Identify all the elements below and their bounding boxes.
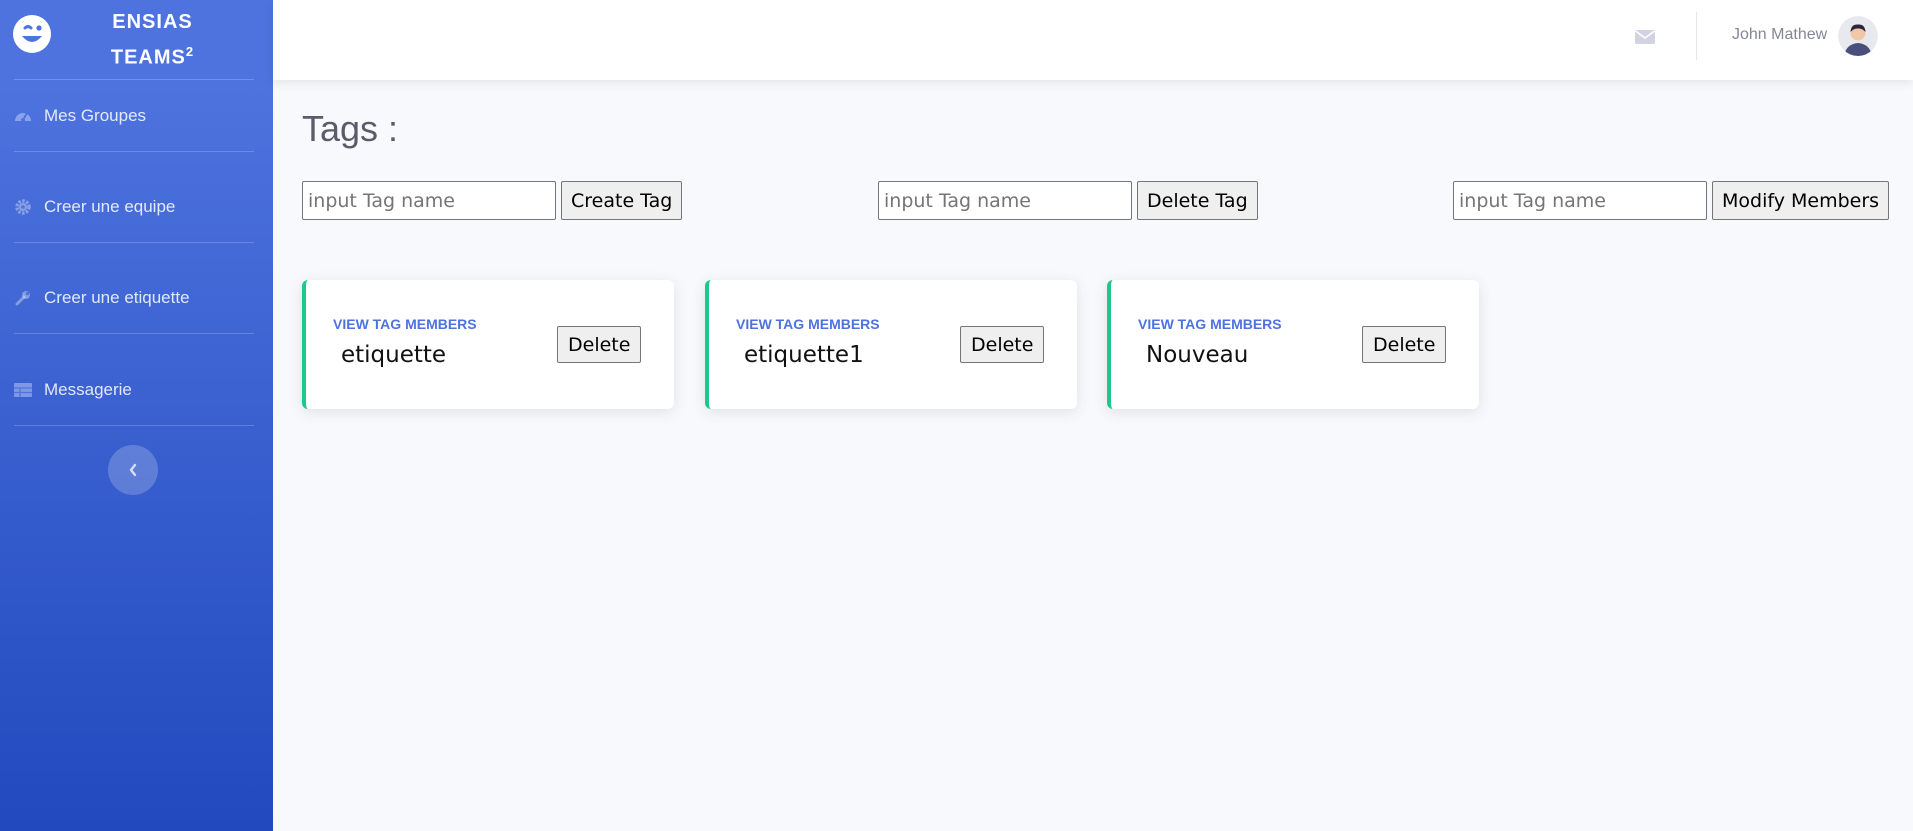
brand-line-2: TEAMS [110, 46, 186, 69]
modify-members-tag-input[interactable] [1453, 181, 1707, 220]
sidebar-divider [14, 151, 254, 152]
sidebar-divider [14, 242, 254, 243]
sidebar-item-label: Creer une etiquette [44, 288, 190, 307]
user-name[interactable]: John Mathew [1732, 26, 1827, 44]
wrench-icon [14, 289, 32, 307]
sidebar-divider [14, 425, 254, 426]
view-tag-members-link[interactable]: VIEW TAG MEMBERS [1138, 316, 1282, 332]
page-title: Tags : [302, 108, 399, 149]
view-tag-members-link[interactable]: VIEW TAG MEMBERS [333, 316, 477, 332]
tachometer-icon [14, 107, 32, 125]
create-tag-form: Create Tag [302, 181, 683, 220]
topbar-divider [1696, 12, 1697, 60]
tag-name: Nouveau [1146, 342, 1249, 368]
delete-tag-button[interactable]: Delete Tag [1137, 181, 1258, 220]
sidebar-toggle-button[interactable] [108, 445, 158, 495]
delete-tag-card-button[interactable]: Delete [1362, 326, 1447, 363]
modify-members-button[interactable]: Modify Members [1712, 181, 1890, 220]
gear-icon [14, 198, 32, 216]
tag-name: etiquette [341, 342, 447, 368]
sidebar-item-label: Messagerie [44, 380, 132, 399]
table-icon [14, 381, 32, 399]
sidebar-item-label: Creer une equipe [44, 197, 176, 216]
envelope-icon[interactable] [1633, 25, 1657, 49]
create-tag-name-input[interactable] [302, 181, 556, 220]
tag-card: VIEW TAG MEMBERS etiquette1 Delete [705, 280, 1077, 409]
sidebar-divider [14, 333, 254, 334]
brand[interactable]: ENSIAS TEAMS2 [0, 0, 273, 80]
sidebar-item-creer-une-etiquette[interactable]: Creer une etiquette [14, 278, 254, 318]
sidebar-item-messagerie[interactable]: Messagerie [14, 370, 254, 410]
tag-card: VIEW TAG MEMBERS Nouveau Delete [1107, 280, 1479, 409]
chevron-left-icon [129, 463, 137, 477]
brand-sup: 2 [185, 44, 195, 59]
sidebar-item-label: Mes Groupes [44, 106, 147, 125]
modify-members-form: Modify Members [1453, 181, 1890, 220]
avatar-icon [1838, 16, 1878, 56]
sidebar-item-creer-une-equipe[interactable]: Creer une equipe [14, 187, 254, 227]
tag-name: etiquette1 [744, 342, 864, 368]
sidebar-divider [14, 79, 254, 80]
create-tag-button[interactable]: Create Tag [561, 181, 683, 220]
tag-card: VIEW TAG MEMBERS etiquette Delete [302, 280, 674, 409]
sidebar: ENSIAS TEAMS2 Mes Groupes Creer une equi… [0, 0, 273, 831]
brand-title: ENSIAS TEAMS2 [95, 8, 210, 73]
delete-tag-card-button[interactable]: Delete [960, 326, 1045, 363]
delete-tag-form: Delete Tag [878, 181, 1258, 220]
delete-tag-name-input[interactable] [878, 181, 1132, 220]
sidebar-item-mes-groupes[interactable]: Mes Groupes [14, 96, 254, 136]
view-tag-members-link[interactable]: VIEW TAG MEMBERS [736, 316, 880, 332]
user-avatar[interactable] [1838, 16, 1878, 56]
delete-tag-card-button[interactable]: Delete [557, 326, 642, 363]
topbar: John Mathew [273, 0, 1913, 80]
wink-face-logo-icon [13, 15, 51, 53]
brand-line-1: ENSIAS [112, 11, 193, 33]
